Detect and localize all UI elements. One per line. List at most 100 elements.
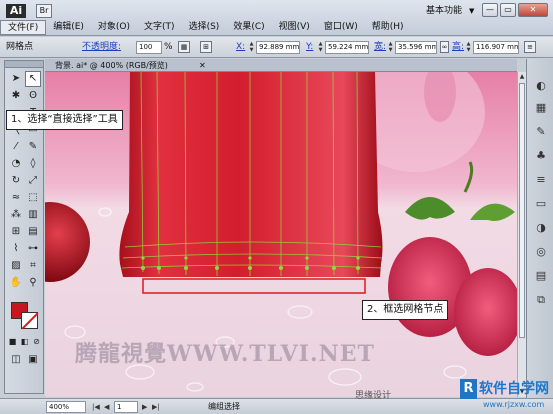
height-stepper[interactable]: ▲ ▼: [465, 41, 472, 54]
first-page-icon[interactable]: |◀: [92, 401, 100, 413]
panel-menu-icon[interactable]: ≡: [524, 41, 536, 53]
width-label[interactable]: 宽:: [374, 41, 386, 53]
y-input[interactable]: 59.224 mm: [325, 41, 369, 54]
vertical-scrollbar[interactable]: ▲ ▼: [517, 72, 526, 397]
scroll-up-icon[interactable]: ▲: [518, 72, 526, 81]
main-menu: 文件(F) 编辑(E) 对象(O) 文字(T) 选择(S) 效果(C) 视图(V…: [0, 20, 411, 35]
eraser-icon[interactable]: ◊: [25, 156, 41, 172]
opacity-label[interactable]: 不透明度:: [82, 41, 121, 53]
watermark-logo: R 软件自学网 www.rjzxw.com: [460, 377, 553, 414]
callout-step-1: 1、选择“直接选择”工具: [6, 110, 123, 130]
gradient-mode-icon[interactable]: ◧: [19, 336, 30, 347]
screen-mode-icon[interactable]: ▣: [25, 352, 41, 368]
transparency-panel-icon[interactable]: ◑: [534, 221, 548, 235]
scale-icon[interactable]: ⤢: [25, 173, 41, 189]
link-icon[interactable]: ∞: [440, 41, 449, 53]
watermark-site: 思缘设计: [355, 391, 392, 401]
status-text[interactable]: 编组选择: [208, 401, 240, 413]
blob-brush-icon[interactable]: ◔: [8, 156, 24, 172]
blend-icon[interactable]: ⊶: [25, 241, 41, 257]
menu-object[interactable]: 对象(O): [91, 20, 137, 35]
selection-type-label: 网格点: [6, 42, 34, 52]
logo-text: 软件自学网: [479, 381, 549, 397]
workspace-switcher[interactable]: 基本功能: [426, 4, 462, 18]
menu-type[interactable]: 文字(T): [137, 20, 182, 35]
hand-icon[interactable]: ✋: [8, 275, 24, 291]
x-input[interactable]: 92.889 mm: [256, 41, 300, 54]
menu-edit[interactable]: 编辑(E): [46, 20, 91, 35]
y-label[interactable]: Y:: [306, 41, 313, 53]
graphic-styles-panel-icon[interactable]: ▤: [534, 269, 548, 283]
paintbrush-icon[interactable]: ⁄: [8, 139, 24, 155]
watermark-main: 腾龍視覺WWW.TLVI.NET: [75, 341, 375, 367]
transform-icon[interactable]: ⊞: [200, 41, 212, 53]
panel-dock: ◐ ▦ ✎ ♣ ≡ ▭ ◑ ◎ ▤ ⧉: [526, 59, 553, 399]
logo-url: www.rjzxw.com: [483, 400, 545, 409]
bridge-button[interactable]: Br: [36, 4, 52, 18]
color-panel-icon[interactable]: ◐: [534, 79, 548, 93]
color-mode-icon[interactable]: ■: [7, 336, 18, 347]
stroke-panel-icon[interactable]: ≡: [534, 173, 548, 187]
selection-tool-icon[interactable]: ➤: [8, 71, 24, 87]
menu-file[interactable]: 文件(F): [0, 20, 47, 35]
slice-icon[interactable]: ⌗: [25, 258, 41, 274]
maximize-button[interactable]: ▭: [500, 3, 516, 17]
free-transform-icon[interactable]: ⬚: [25, 190, 41, 206]
document-tab[interactable]: 背景. ai* @ 400% (RGB/预览) ✕: [45, 59, 517, 72]
last-page-icon[interactable]: ▶|: [152, 401, 160, 413]
pencil-icon[interactable]: ✎: [25, 139, 41, 155]
x-stepper[interactable]: ▲ ▼: [248, 41, 255, 54]
chevron-down-icon[interactable]: ▼: [469, 4, 474, 18]
control-bar: 网格点 不透明度: 100 % ▦ ⊞ X: ▲ ▼ 92.889 mm Y: ▲…: [0, 37, 553, 58]
stroke-swatch[interactable]: [21, 312, 38, 329]
logo-mark: R: [460, 379, 477, 399]
next-page-icon[interactable]: ▶: [142, 401, 147, 413]
close-icon[interactable]: ✕: [199, 59, 206, 72]
scroll-thumb[interactable]: [519, 83, 525, 338]
width-input[interactable]: 35.596 mm: [395, 41, 437, 54]
lasso-icon[interactable]: ʘ: [25, 88, 41, 104]
column-graph-icon[interactable]: ▥: [25, 207, 41, 223]
rotate-icon[interactable]: ↻: [8, 173, 24, 189]
warp-icon[interactable]: ≈: [8, 190, 24, 206]
x-label[interactable]: X:: [236, 41, 245, 53]
drawing-mode-icon[interactable]: ◫: [8, 352, 24, 368]
symbol-sprayer-icon[interactable]: ⁂: [8, 207, 24, 223]
y-stepper[interactable]: ▲ ▼: [317, 41, 324, 54]
menu-help[interactable]: 帮助(H): [365, 20, 411, 35]
eyedropper-icon[interactable]: ⌇: [8, 241, 24, 257]
page-field[interactable]: 1: [114, 401, 138, 413]
callout-step-2: 2、框选网格节点: [362, 300, 449, 320]
opacity-unit: %: [164, 42, 173, 52]
zoom-field[interactable]: 400%: [46, 401, 86, 413]
panel-grip[interactable]: [5, 61, 43, 68]
live-paint-icon[interactable]: ▨: [8, 258, 24, 274]
opacity-input[interactable]: 100: [136, 41, 162, 54]
mesh-tool-icon[interactable]: ⊞: [8, 224, 24, 240]
magic-wand-icon[interactable]: ✱: [8, 88, 24, 104]
height-input[interactable]: 116.907 mm: [473, 41, 519, 54]
brushes-panel-icon[interactable]: ✎: [534, 125, 548, 139]
close-button[interactable]: ✕: [518, 3, 548, 17]
appearance-panel-icon[interactable]: ◎: [534, 245, 548, 259]
swatches-panel-icon[interactable]: ▦: [534, 101, 548, 115]
menu-window[interactable]: 窗口(W): [317, 20, 365, 35]
gradient-panel-icon[interactable]: ▭: [534, 197, 548, 211]
height-label[interactable]: 高:: [452, 41, 464, 53]
prev-page-icon[interactable]: ◀: [104, 401, 109, 413]
layers-panel-icon[interactable]: ⧉: [534, 293, 548, 307]
none-mode-icon[interactable]: ⊘: [31, 336, 42, 347]
menu-select[interactable]: 选择(S): [182, 20, 227, 35]
width-stepper[interactable]: ▲ ▼: [387, 41, 394, 54]
align-icon[interactable]: ▦: [178, 41, 190, 53]
menu-effect[interactable]: 效果(C): [226, 20, 271, 35]
illustrator-logo: Ai: [6, 4, 26, 18]
gradient-tool-icon[interactable]: ▤: [25, 224, 41, 240]
minimize-button[interactable]: —: [482, 3, 498, 17]
document-title: 背景. ai* @ 400% (RGB/预览): [55, 61, 168, 70]
menu-view[interactable]: 视图(V): [272, 20, 317, 35]
direct-selection-tool-icon[interactable]: ↖: [25, 71, 41, 87]
menu-bar: Ai Br 文件(F) 编辑(E) 对象(O) 文字(T) 选择(S) 效果(C…: [0, 0, 553, 36]
symbols-panel-icon[interactable]: ♣: [534, 149, 548, 163]
zoom-icon[interactable]: ⚲: [25, 275, 41, 291]
